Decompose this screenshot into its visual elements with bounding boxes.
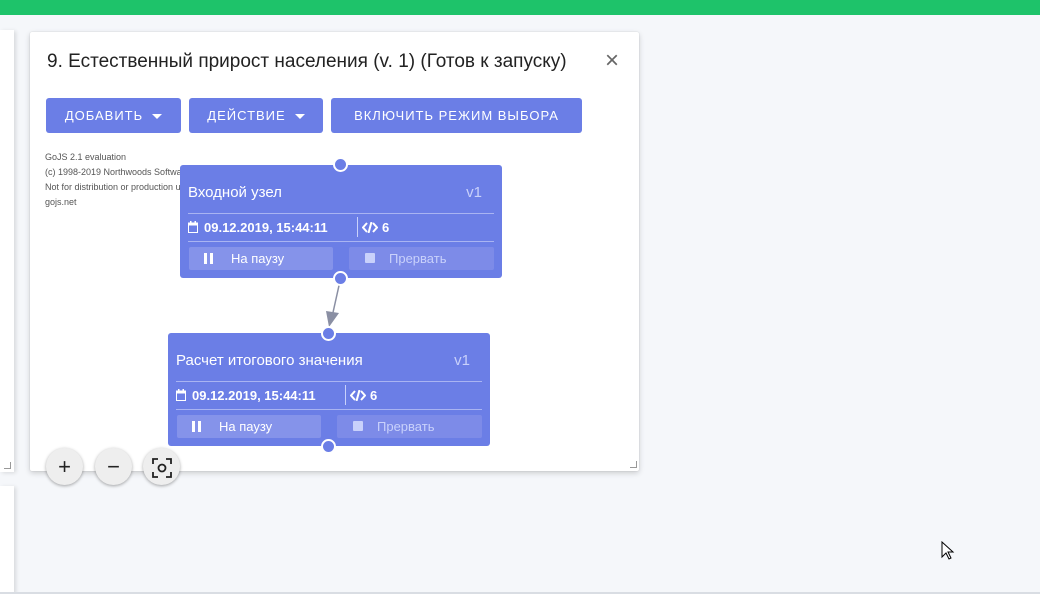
watermark-line: GoJS 2.1 evaluation: [45, 152, 127, 162]
node-title: Входной узел: [188, 184, 282, 201]
divider: [176, 409, 482, 410]
pause-icon: [204, 253, 207, 264]
pause-button[interactable]: На паузу: [189, 247, 333, 270]
pause-icon: [192, 421, 195, 432]
divider: [345, 385, 346, 405]
left-panel: [0, 30, 14, 472]
node-code-count-text: 6: [370, 388, 378, 403]
node-title: Расчет итогового значения: [176, 352, 363, 369]
action-dropdown-button[interactable]: ДЕЙСТВИЕ: [189, 98, 323, 133]
calendar-icon: [188, 221, 198, 233]
add-button-label: ДОБАВИТЬ: [64, 108, 144, 123]
workflow-node[interactable]: Расчет итогового значения v1 09.12.2019,…: [168, 333, 490, 446]
divider: [176, 381, 482, 382]
watermark-line: (c) 1998-2019 Northwoods Software: [45, 167, 190, 177]
abort-button[interactable]: Прервать: [337, 415, 482, 438]
node-port[interactable]: [321, 326, 336, 341]
minus-icon: −: [107, 454, 120, 479]
node-port[interactable]: [333, 157, 348, 172]
pause-label: На паузу: [231, 251, 285, 266]
abort-label: Прервать: [377, 419, 435, 434]
workflow-window: 9. Естественный прирост населения (v. 1)…: [30, 32, 639, 485]
select-mode-button[interactable]: ВКЛЮЧИТЬ РЕЖИМ ВЫБОРА: [331, 98, 582, 133]
left-panel-bottom: [0, 486, 14, 594]
caret-down-icon: [152, 114, 163, 120]
zoom-in-button[interactable]: +: [46, 448, 83, 485]
watermark-line: Not for distribution or production use: [45, 182, 191, 192]
resize-handle[interactable]: [4, 462, 11, 469]
select-mode-label: ВКЛЮЧИТЬ РЕЖИМ ВЫБОРА: [354, 108, 559, 123]
node-date: 09.12.2019, 15:44:11: [176, 388, 316, 403]
pause-icon-bar: [210, 253, 213, 264]
abort-label: Прервать: [389, 251, 447, 266]
node-code-count: 6: [361, 220, 390, 235]
divider: [357, 217, 358, 237]
plus-icon: +: [58, 454, 71, 479]
top-bar: [0, 0, 1040, 15]
resize-handle[interactable]: [630, 461, 637, 468]
node-code-count-text: 6: [382, 220, 390, 235]
node-code-count: 6: [349, 388, 378, 403]
workflow-node[interactable]: Входной узел v1 09.12.2019, 15:44:11 6 Н…: [180, 165, 502, 278]
calendar-icon: [176, 389, 186, 401]
zoom-fit-button[interactable]: [143, 448, 180, 485]
add-dropdown-button[interactable]: ДОБАВИТЬ: [46, 98, 181, 133]
node-port[interactable]: [333, 271, 348, 286]
focus-icon: [151, 458, 172, 479]
node-version: v1: [454, 352, 470, 369]
code-icon: [349, 389, 367, 402]
node-date-text: 09.12.2019, 15:44:11: [204, 220, 328, 235]
close-icon[interactable]: ×: [602, 49, 622, 73]
node-version: v1: [466, 184, 482, 201]
action-button-label: ДЕЙСТВИЕ: [207, 108, 286, 123]
pause-button[interactable]: На паузу: [177, 415, 321, 438]
window-title: 9. Естественный прирост населения (v. 1)…: [47, 51, 567, 72]
node-port[interactable]: [321, 439, 336, 454]
stop-icon: [365, 253, 375, 263]
pause-icon-bar: [198, 421, 201, 432]
zoom-out-button[interactable]: −: [95, 448, 132, 485]
code-icon: [361, 221, 379, 234]
stop-icon: [353, 421, 363, 431]
node-date-text: 09.12.2019, 15:44:11: [192, 388, 316, 403]
cursor-pointer-icon: [941, 541, 955, 560]
caret-down-icon: [294, 114, 305, 120]
divider: [188, 241, 494, 242]
divider: [188, 213, 494, 214]
pause-label: На паузу: [219, 419, 273, 434]
watermark-line: gojs.net: [45, 197, 77, 207]
abort-button[interactable]: Прервать: [349, 247, 494, 270]
node-date: 09.12.2019, 15:44:11: [188, 220, 328, 235]
gojs-watermark: GoJS 2.1 evaluation (c) 1998-2019 Northw…: [45, 150, 190, 210]
